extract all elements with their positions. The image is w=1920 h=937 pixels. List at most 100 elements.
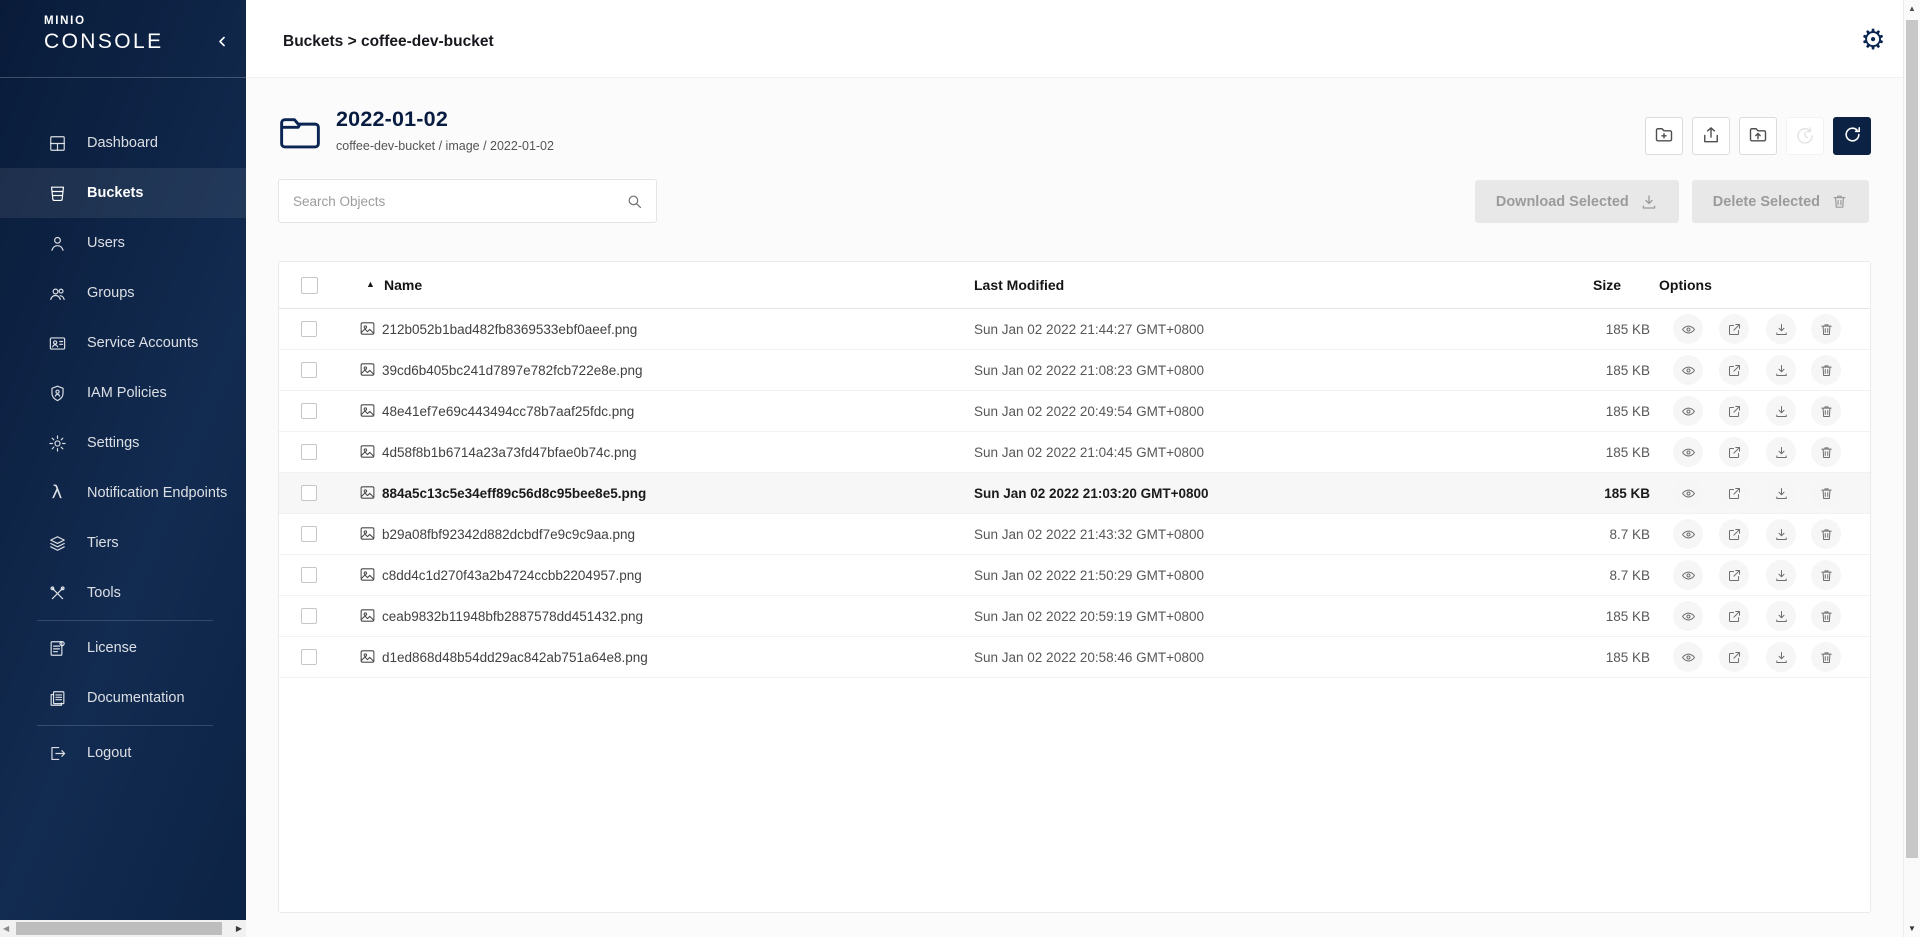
object-name[interactable]: 48e41ef7e69c443494cc78b7aaf25fdc.png [382,404,634,419]
column-header-name[interactable]: Name [384,277,422,293]
download-object-button[interactable] [1766,478,1796,508]
scroll-up-arrow-icon[interactable]: ▲ [1904,4,1920,13]
download-object-button[interactable] [1766,437,1796,467]
row-checkbox[interactable] [301,526,317,542]
preview-object-button[interactable] [1673,355,1703,385]
scroll-left-arrow-icon[interactable]: ◀ [3,924,9,933]
download-object-button[interactable] [1766,642,1796,672]
preview-object-button[interactable] [1673,601,1703,631]
row-checkbox[interactable] [301,403,317,419]
sidebar-collapse-button[interactable] [211,30,233,52]
delete-object-button[interactable] [1811,396,1841,426]
delete-object-button[interactable] [1811,314,1841,344]
row-checkbox[interactable] [301,649,317,665]
share-object-button[interactable] [1719,396,1749,426]
share-object-button[interactable] [1719,478,1749,508]
share-object-button[interactable] [1719,355,1749,385]
row-checkbox[interactable] [301,567,317,583]
settings-gear-icon[interactable]: ⚙ [1855,22,1891,58]
scroll-right-arrow-icon[interactable]: ▶ [236,924,242,933]
table-row[interactable]: 4d58f8b1b6714a23a73fd47bfae0b74c.pngSun … [279,432,1870,473]
object-name[interactable]: b29a08fbf92342d882dcbdf7e9c9c9aa.png [382,527,635,542]
table-row[interactable]: 884a5c13c5e34eff89c56d8c95bee8e5.pngSun … [279,473,1870,514]
download-object-button[interactable] [1766,519,1796,549]
delete-object-button[interactable] [1811,560,1841,590]
sidebar-item-groups[interactable]: Groups [0,268,246,318]
download-object-button[interactable] [1766,314,1796,344]
object-name[interactable]: 884a5c13c5e34eff89c56d8c95bee8e5.png [382,486,646,501]
row-checkbox[interactable] [301,485,317,501]
download-object-button[interactable] [1766,601,1796,631]
select-all-checkbox[interactable] [301,277,318,294]
share-object-button[interactable] [1719,601,1749,631]
object-name[interactable]: 4d58f8b1b6714a23a73fd47bfae0b74c.png [382,445,637,460]
row-checkbox[interactable] [301,444,317,460]
share-object-button[interactable] [1719,519,1749,549]
download-object-button[interactable] [1766,355,1796,385]
sidebar-item-documentation[interactable]: Documentation [0,673,246,723]
row-checkbox[interactable] [301,608,317,624]
preview-object-button[interactable] [1673,519,1703,549]
scroll-down-arrow-icon[interactable]: ▼ [1904,924,1920,933]
preview-object-button[interactable] [1673,560,1703,590]
share-object-button[interactable] [1719,642,1749,672]
preview-object-button[interactable] [1673,314,1703,344]
delete-object-button[interactable] [1811,642,1841,672]
sidebar-item-logout[interactable]: Logout [0,728,246,778]
object-name[interactable]: d1ed868d48b54dd29ac842ab751a64e8.png [382,650,648,665]
download-object-button[interactable] [1766,560,1796,590]
table-row[interactable]: d1ed868d48b54dd29ac842ab751a64e8.pngSun … [279,637,1870,678]
share-object-button[interactable] [1719,560,1749,590]
sidebar-item-tiers[interactable]: Tiers [0,518,246,568]
sidebar-item-dashboard[interactable]: Dashboard [0,118,246,168]
sidebar-item-service-accounts[interactable]: Service Accounts [0,318,246,368]
share-object-button[interactable] [1719,437,1749,467]
object-name[interactable]: 39cd6b405bc241d7897e782fcb722e8e.png [382,363,643,378]
sidebar-item-buckets[interactable]: Buckets [0,168,246,218]
sidebar-item-users[interactable]: Users [0,218,246,268]
sidebar-item-settings[interactable]: Settings [0,418,246,468]
vertical-scrollbar[interactable]: ▲ ▼ [1903,0,1920,937]
new-path-button[interactable] [1645,117,1683,155]
preview-object-button[interactable] [1673,642,1703,672]
download-selected-button[interactable]: Download Selected [1475,180,1679,223]
object-name[interactable]: ceab9832b11948bfb2887578dd451432.png [382,609,643,624]
sidebar-item-iam-policies[interactable]: IAM Policies [0,368,246,418]
table-row[interactable]: 39cd6b405bc241d7897e782fcb722e8e.pngSun … [279,350,1870,391]
delete-object-button[interactable] [1811,355,1841,385]
sidebar-item-license[interactable]: License [0,623,246,673]
vertical-scrollbar-thumb[interactable] [1906,20,1918,858]
table-row[interactable]: ceab9832b11948bfb2887578dd451432.pngSun … [279,596,1870,637]
horizontal-scrollbar-thumb[interactable] [16,922,222,935]
new-path-icon [1654,125,1674,148]
table-row[interactable]: b29a08fbf92342d882dcbdf7e9c9c9aa.pngSun … [279,514,1870,555]
upload-file-icon [1701,125,1721,148]
upload-file-button[interactable] [1692,117,1730,155]
object-name[interactable]: c8dd4c1d270f43a2b4724ccbb2204957.png [382,568,642,583]
preview-object-button[interactable] [1673,396,1703,426]
delete-object-button[interactable] [1811,437,1841,467]
download-object-button[interactable] [1766,396,1796,426]
horizontal-scrollbar[interactable]: ◀ ▶ [0,920,246,937]
image-file-icon [359,361,376,378]
row-checkbox[interactable] [301,321,317,337]
object-name[interactable]: 212b052b1bad482fb8369533ebf0aeef.png [382,322,637,337]
upload-folder-button[interactable] [1739,117,1777,155]
preview-object-button[interactable] [1673,478,1703,508]
row-checkbox[interactable] [301,362,317,378]
sidebar-item-tools[interactable]: Tools [0,568,246,618]
table-row[interactable]: 212b052b1bad482fb8369533ebf0aeef.pngSun … [279,309,1870,350]
delete-selected-button[interactable]: Delete Selected [1692,180,1869,223]
table-row[interactable]: 48e41ef7e69c443494cc78b7aaf25fdc.pngSun … [279,391,1870,432]
sidebar-item-label: Settings [87,435,139,451]
delete-object-button[interactable] [1811,478,1841,508]
sidebar-item-notification-endpoints[interactable]: λNotification Endpoints [0,468,246,518]
search-input[interactable] [279,194,626,209]
share-object-button[interactable] [1719,314,1749,344]
refresh-button[interactable] [1833,117,1871,155]
delete-object-button[interactable] [1811,601,1841,631]
delete-object-button[interactable] [1811,519,1841,549]
preview-object-button[interactable] [1673,437,1703,467]
sort-asc-icon[interactable]: ▲ [366,279,375,289]
table-row[interactable]: c8dd4c1d270f43a2b4724ccbb2204957.pngSun … [279,555,1870,596]
